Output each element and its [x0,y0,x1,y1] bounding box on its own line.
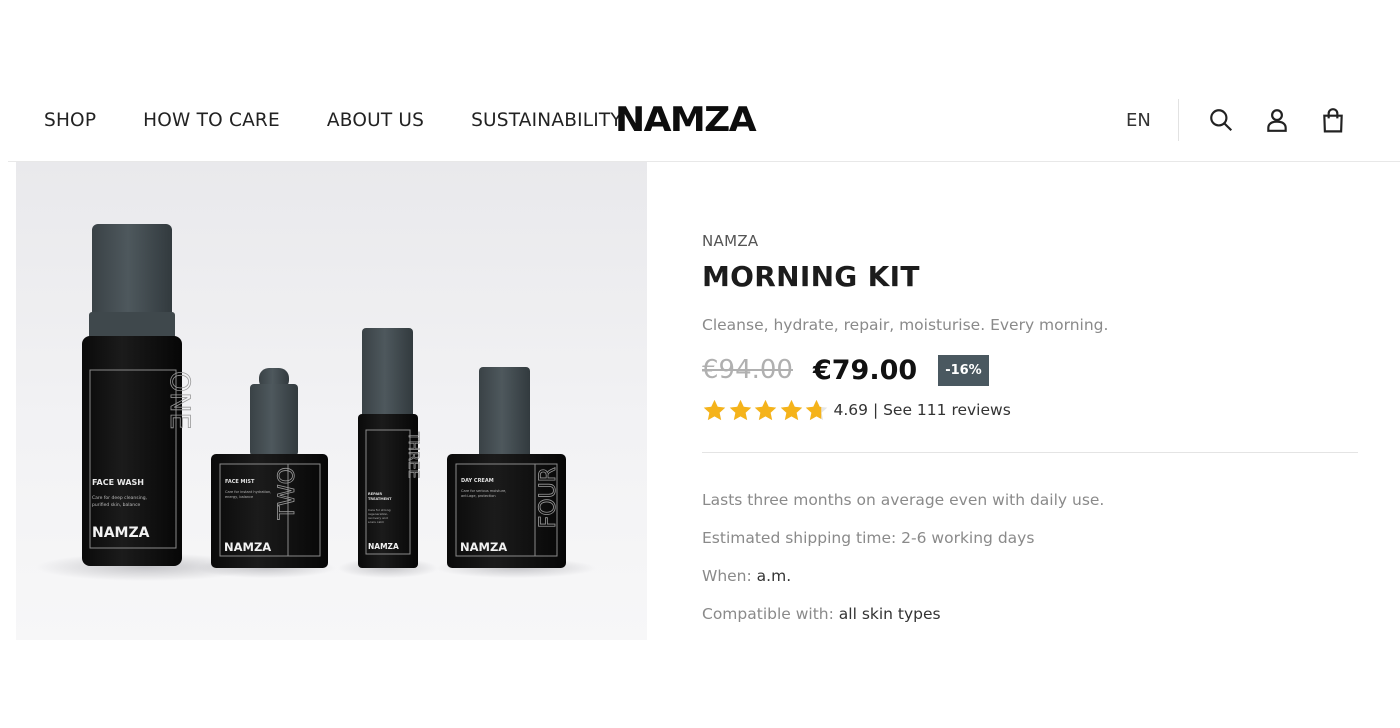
user-icon[interactable] [1263,106,1291,134]
product-tagline: Cleanse, hydrate, repair, moisturise. Ev… [702,316,1109,334]
nav-how-to-care[interactable]: HOW TO CARE [143,110,280,131]
svg-text:Care for deep cleansing,: Care for deep cleansing, [92,495,147,501]
product-image[interactable]: FACE WASH Care for deep cleansing, purif… [16,162,647,640]
detail-when-value: a.m. [756,567,792,585]
detail-when-label: When: [702,567,752,585]
rating-row[interactable]: 4.69 | See 111 reviews [702,395,1362,425]
bottle-face-mist-brand: NAMZA [224,540,271,554]
bottle-day-cream: DAY CREAM Care for serious moisture, ant… [447,367,566,568]
search-icon[interactable] [1207,106,1235,134]
nav-shop[interactable]: SHOP [44,110,96,131]
star-icon [729,399,751,420]
bag-icon[interactable] [1319,106,1347,134]
detail-compatible-value: all skin types [838,605,941,623]
product-title: MORNING KIT [702,260,920,293]
detail-shipping: Estimated shipping time: 2-6 working day… [702,529,1035,547]
price-row: €94.00 €79.00 -16% [702,353,1362,387]
language-selector[interactable]: EN [1126,110,1178,131]
bottle-face-wash-brand: NAMZA [92,525,150,541]
info-divider [702,452,1358,453]
star-icon [703,399,726,420]
discount-badge: -16% [938,354,989,386]
nav-sustainability[interactable]: SUSTAINABILITY [471,110,622,131]
star-icon [780,399,802,420]
header-tools: EN [1126,80,1375,160]
bottle-face-wash: FACE WASH Care for deep cleansing, purif… [82,224,195,566]
site-header: SHOP HOW TO CARE ABOUT US SUSTAINABILITY… [0,80,1400,160]
detail-compatible-label: Compatible with: [702,605,834,623]
bottle-day-cream-name: DAY CREAM [461,478,494,484]
old-price: €94.00 [702,355,793,385]
svg-text:TREATMENT: TREATMENT [368,497,392,501]
site-logo[interactable]: NAMZA [615,80,757,160]
current-price: €79.00 [812,354,918,386]
bottle-face-mist: FACE MIST Care for instant hydration, en… [211,368,328,568]
rating-stars[interactable] [702,398,830,423]
bottle-face-mist-number: TWO [275,467,300,521]
detail-compatible: Compatible with: all skin types [702,605,1362,625]
bottle-repair-treatment: REPAIR TREATMENT Care for strong regener… [358,328,421,568]
bottle-face-wash-number: ONE [164,371,195,430]
bottle-day-cream-brand: NAMZA [460,540,507,554]
star-icon [754,399,777,420]
svg-text:REPAIR: REPAIR [368,492,382,496]
svg-text:purified skin, balance: purified skin, balance [92,502,141,508]
main-nav: SHOP HOW TO CARE ABOUT US SUSTAINABILITY [44,80,669,160]
svg-text:scars calm: scars calm [368,520,384,524]
product-brand[interactable]: NAMZA [702,232,1362,250]
bottle-face-mist-name: FACE MIST [225,479,255,485]
bottle-repair-number: THREE [405,431,421,479]
svg-text:energy, balance: energy, balance [225,495,253,499]
bottle-face-wash-name: FACE WASH [92,478,144,487]
nav-about-us[interactable]: ABOUT US [327,110,424,131]
bottle-day-cream-number: FOUR [536,467,561,528]
header-divider [1178,99,1179,141]
product-info: NAMZA MORNING KIT Cleanse, hydrate, repa… [702,232,1362,625]
detail-duration: Lasts three months on average even with … [702,491,1105,509]
svg-text:Care for instant hydration,: Care for instant hydration, [225,490,271,494]
svg-text:anti-age, protection: anti-age, protection [461,494,496,498]
reviews-link[interactable]: 4.69 | See 111 reviews [834,401,1011,419]
detail-when: When: a.m. [702,567,1362,587]
product-details: Lasts three months on average even with … [702,491,1362,625]
star-icon [805,399,828,420]
bottle-repair-brand: NAMZA [368,542,399,551]
svg-text:Care for serious moisture,: Care for serious moisture, [461,489,506,493]
